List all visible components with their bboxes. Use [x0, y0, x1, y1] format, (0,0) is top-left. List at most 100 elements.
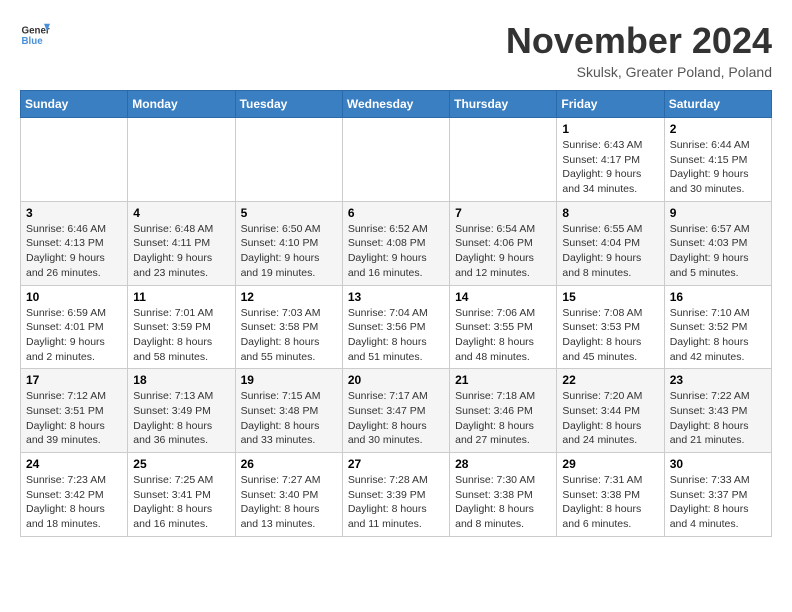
day-info: Sunrise: 7:01 AM Sunset: 3:59 PM Dayligh…: [133, 306, 229, 365]
day-info: Sunrise: 7:03 AM Sunset: 3:58 PM Dayligh…: [241, 306, 337, 365]
day-number: 27: [348, 457, 444, 471]
day-number: 8: [562, 206, 658, 220]
day-info: Sunrise: 7:30 AM Sunset: 3:38 PM Dayligh…: [455, 473, 551, 532]
calendar-cell-w4-d6: 22 Sunrise: 7:20 AM Sunset: 3:44 PM Dayli…: [557, 369, 664, 453]
day-info: Sunrise: 6:55 AM Sunset: 4:04 PM Dayligh…: [562, 222, 658, 281]
day-info: Sunrise: 7:04 AM Sunset: 3:56 PM Dayligh…: [348, 306, 444, 365]
day-info: Sunrise: 7:27 AM Sunset: 3:40 PM Dayligh…: [241, 473, 337, 532]
calendar-cell-w3-d5: 14Sunrise: 7:06 AM Sunset: 3:55 PM Dayli…: [450, 285, 557, 369]
calendar-cell-w5-d3: 26Sunrise: 7:27 AM Sunset: 3:40 PM Dayli…: [235, 453, 342, 537]
day-info: Sunrise: 7:28 AM Sunset: 3:39 PM Dayligh…: [348, 473, 444, 532]
day-number: 21: [455, 373, 551, 387]
day-info: Sunrise: 7:17 AM Sunset: 3:47 PM Dayligh…: [348, 389, 444, 448]
calendar-header: SundayMondayTuesdayWednesdayThursdayFrid…: [21, 91, 772, 118]
day-number: 22: [562, 373, 658, 387]
day-number: 29: [562, 457, 658, 471]
logo: General Blue: [20, 20, 50, 50]
day-number: 25: [133, 457, 229, 471]
header-monday: Monday: [128, 91, 235, 118]
calendar-cell-w3-d3: 12Sunrise: 7:03 AM Sunset: 3:58 PM Dayli…: [235, 285, 342, 369]
day-info: Sunrise: 7:13 AM Sunset: 3:49 PM Dayligh…: [133, 389, 229, 448]
day-number: 5: [241, 206, 337, 220]
day-number: 19: [241, 373, 337, 387]
week-row-5: 24Sunrise: 7:23 AM Sunset: 3:42 PM Dayli…: [21, 453, 772, 537]
day-number: 28: [455, 457, 551, 471]
day-number: 17: [26, 373, 122, 387]
day-info: Sunrise: 7:15 AM Sunset: 3:48 PM Dayligh…: [241, 389, 337, 448]
day-info: Sunrise: 7:18 AM Sunset: 3:46 PM Dayligh…: [455, 389, 551, 448]
calendar-cell-w2-d2: 4 Sunrise: 6:48 AM Sunset: 4:11 PM Daylig…: [128, 201, 235, 285]
calendar-cell-w2-d4: 6 Sunrise: 6:52 AM Sunset: 4:08 PM Daylig…: [342, 201, 449, 285]
title-area: November 2024 Skulsk, Greater Poland, Po…: [506, 20, 772, 80]
header-wednesday: Wednesday: [342, 91, 449, 118]
calendar-cell-w1-d7: 2 Sunrise: 6:44 AM Sunset: 4:15 PM Daylig…: [664, 118, 771, 202]
day-number: 3: [26, 206, 122, 220]
calendar-cell-w1-d6: 1 Sunrise: 6:43 AM Sunset: 4:17 PM Daylig…: [557, 118, 664, 202]
week-row-3: 10 Sunrise: 6:59 AM Sunset: 4:01 PM Dayli…: [21, 285, 772, 369]
logo-icon: General Blue: [20, 20, 50, 50]
calendar-cell-w1-d5: [450, 118, 557, 202]
day-number: 16: [670, 290, 766, 304]
calendar-cell-w2-d1: 3Sunrise: 6:46 AM Sunset: 4:13 PM Daylig…: [21, 201, 128, 285]
calendar-cell-w1-d3: [235, 118, 342, 202]
day-info: Sunrise: 7:12 AM Sunset: 3:51 PM Dayligh…: [26, 389, 122, 448]
calendar-cell-w1-d4: [342, 118, 449, 202]
day-info: Sunrise: 7:20 AM Sunset: 3:44 PM Dayligh…: [562, 389, 658, 448]
calendar-cell-w3-d6: 15Sunrise: 7:08 AM Sunset: 3:53 PM Dayli…: [557, 285, 664, 369]
calendar-cell-w2-d7: 9 Sunrise: 6:57 AM Sunset: 4:03 PM Daylig…: [664, 201, 771, 285]
day-info: Sunrise: 7:31 AM Sunset: 3:38 PM Dayligh…: [562, 473, 658, 532]
day-info: Sunrise: 7:33 AM Sunset: 3:37 PM Dayligh…: [670, 473, 766, 532]
calendar-cell-w3-d4: 13Sunrise: 7:04 AM Sunset: 3:56 PM Dayli…: [342, 285, 449, 369]
day-info: Sunrise: 6:52 AM Sunset: 4:08 PM Dayligh…: [348, 222, 444, 281]
month-title: November 2024: [506, 20, 772, 62]
header-tuesday: Tuesday: [235, 91, 342, 118]
day-info: Sunrise: 6:50 AM Sunset: 4:10 PM Dayligh…: [241, 222, 337, 281]
day-info: Sunrise: 6:43 AM Sunset: 4:17 PM Dayligh…: [562, 138, 658, 197]
calendar-cell-w5-d6: 29 Sunrise: 7:31 AM Sunset: 3:38 PM Dayli…: [557, 453, 664, 537]
day-info: Sunrise: 7:06 AM Sunset: 3:55 PM Dayligh…: [455, 306, 551, 365]
header: General Blue November 2024 Skulsk, Great…: [20, 20, 772, 80]
day-info: Sunrise: 6:57 AM Sunset: 4:03 PM Dayligh…: [670, 222, 766, 281]
day-info: Sunrise: 7:25 AM Sunset: 3:41 PM Dayligh…: [133, 473, 229, 532]
day-number: 1: [562, 122, 658, 136]
day-info: Sunrise: 7:22 AM Sunset: 3:43 PM Dayligh…: [670, 389, 766, 448]
day-number: 24: [26, 457, 122, 471]
svg-text:Blue: Blue: [22, 36, 44, 47]
calendar-cell-w3-d2: 11 Sunrise: 7:01 AM Sunset: 3:59 PM Dayli…: [128, 285, 235, 369]
header-sunday: Sunday: [21, 91, 128, 118]
day-info: Sunrise: 6:48 AM Sunset: 4:11 PM Dayligh…: [133, 222, 229, 281]
day-number: 30: [670, 457, 766, 471]
header-saturday: Saturday: [664, 91, 771, 118]
calendar-table: SundayMondayTuesdayWednesdayThursdayFrid…: [20, 90, 772, 537]
day-number: 7: [455, 206, 551, 220]
header-thursday: Thursday: [450, 91, 557, 118]
day-info: Sunrise: 6:44 AM Sunset: 4:15 PM Dayligh…: [670, 138, 766, 197]
calendar-cell-w4-d7: 23Sunrise: 7:22 AM Sunset: 3:43 PM Dayli…: [664, 369, 771, 453]
calendar-cell-w2-d3: 5 Sunrise: 6:50 AM Sunset: 4:10 PM Daylig…: [235, 201, 342, 285]
calendar-cell-w2-d6: 8 Sunrise: 6:55 AM Sunset: 4:04 PM Daylig…: [557, 201, 664, 285]
calendar-cell-w3-d7: 16 Sunrise: 7:10 AM Sunset: 3:52 PM Dayli…: [664, 285, 771, 369]
calendar-cell-w5-d1: 24Sunrise: 7:23 AM Sunset: 3:42 PM Dayli…: [21, 453, 128, 537]
day-number: 11: [133, 290, 229, 304]
day-info: Sunrise: 6:59 AM Sunset: 4:01 PM Dayligh…: [26, 306, 122, 365]
day-info: Sunrise: 7:10 AM Sunset: 3:52 PM Dayligh…: [670, 306, 766, 365]
day-number: 6: [348, 206, 444, 220]
calendar-cell-w2-d5: 7 Sunrise: 6:54 AM Sunset: 4:06 PM Daylig…: [450, 201, 557, 285]
day-number: 9: [670, 206, 766, 220]
calendar-cell-w4-d2: 18 Sunrise: 7:13 AM Sunset: 3:49 PM Dayli…: [128, 369, 235, 453]
day-number: 18: [133, 373, 229, 387]
calendar-cell-w5-d4: 27 Sunrise: 7:28 AM Sunset: 3:39 PM Dayli…: [342, 453, 449, 537]
day-info: Sunrise: 7:08 AM Sunset: 3:53 PM Dayligh…: [562, 306, 658, 365]
day-number: 10: [26, 290, 122, 304]
day-info: Sunrise: 6:54 AM Sunset: 4:06 PM Dayligh…: [455, 222, 551, 281]
calendar-cell-w5-d2: 25 Sunrise: 7:25 AM Sunset: 3:41 PM Dayli…: [128, 453, 235, 537]
week-row-4: 17 Sunrise: 7:12 AM Sunset: 3:51 PM Dayli…: [21, 369, 772, 453]
week-row-2: 3Sunrise: 6:46 AM Sunset: 4:13 PM Daylig…: [21, 201, 772, 285]
calendar-cell-w1-d2: [128, 118, 235, 202]
day-number: 4: [133, 206, 229, 220]
calendar-cell-w4-d3: 19 Sunrise: 7:15 AM Sunset: 3:48 PM Dayli…: [235, 369, 342, 453]
calendar-cell-w4-d4: 20Sunrise: 7:17 AM Sunset: 3:47 PM Dayli…: [342, 369, 449, 453]
calendar-cell-w5-d5: 28 Sunrise: 7:30 AM Sunset: 3:38 PM Dayli…: [450, 453, 557, 537]
day-number: 2: [670, 122, 766, 136]
header-friday: Friday: [557, 91, 664, 118]
